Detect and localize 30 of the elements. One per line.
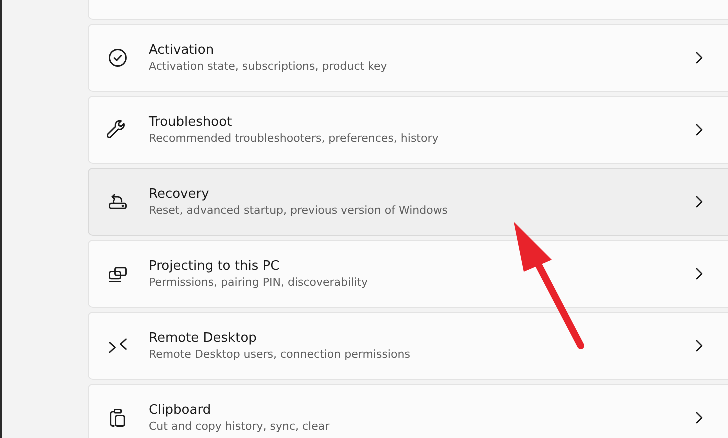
settings-item[interactable]: Recovery Reset, advanced startup, previous version of Windows — [88, 168, 728, 236]
chevron-right-icon — [694, 339, 704, 353]
settings-item[interactable]: Troubleshoot Recommended troubleshooters, preferences, history — [88, 96, 728, 164]
remote-desktop-icon — [109, 338, 127, 354]
item-title: Clipboard — [149, 403, 212, 418]
item-title: Activation — [149, 43, 216, 58]
projecting-icon — [109, 267, 127, 282]
item-title: Remote Desktop — [149, 331, 258, 346]
settings-item[interactable]: Clipboard Cut and copy history, sync, clear — [88, 384, 728, 438]
chevron-right-icon — [694, 51, 704, 65]
wrench-icon — [107, 120, 125, 138]
item-title: Troubleshoot — [149, 115, 234, 130]
chevron-right-icon — [694, 267, 704, 281]
item-title: Projecting to this PC — [149, 259, 281, 274]
check-circle-icon — [109, 49, 127, 67]
clipboard-icon — [110, 409, 126, 427]
item-description: Remote Desktop users, connection permissions — [149, 348, 412, 361]
recovery-icon — [109, 194, 127, 210]
settings-item[interactable]: Activation Activation state, subscriptions, product key — [88, 24, 728, 92]
item-description: Recommended troubleshooters, preferences, history — [149, 132, 440, 145]
item-description: Reset, advanced startup, previous version of Windows — [149, 204, 450, 217]
settings-item[interactable]: Remote Desktop Remote Desktop users, connection permissions — [88, 312, 728, 380]
chevron-right-icon — [694, 411, 704, 425]
chevron-right-icon — [694, 123, 704, 137]
item-description: Permissions, pairing PIN, discoverability — [149, 276, 370, 289]
item-description: Cut and copy history, sync, clear — [149, 420, 331, 433]
item-title: Recovery — [149, 187, 210, 202]
item-description: Activation state, subscriptions, product key — [149, 60, 388, 73]
chevron-right-icon — [694, 195, 704, 209]
settings-item[interactable]: Projecting to this PC Permissions, pairing PIN, discoverability — [88, 240, 728, 308]
